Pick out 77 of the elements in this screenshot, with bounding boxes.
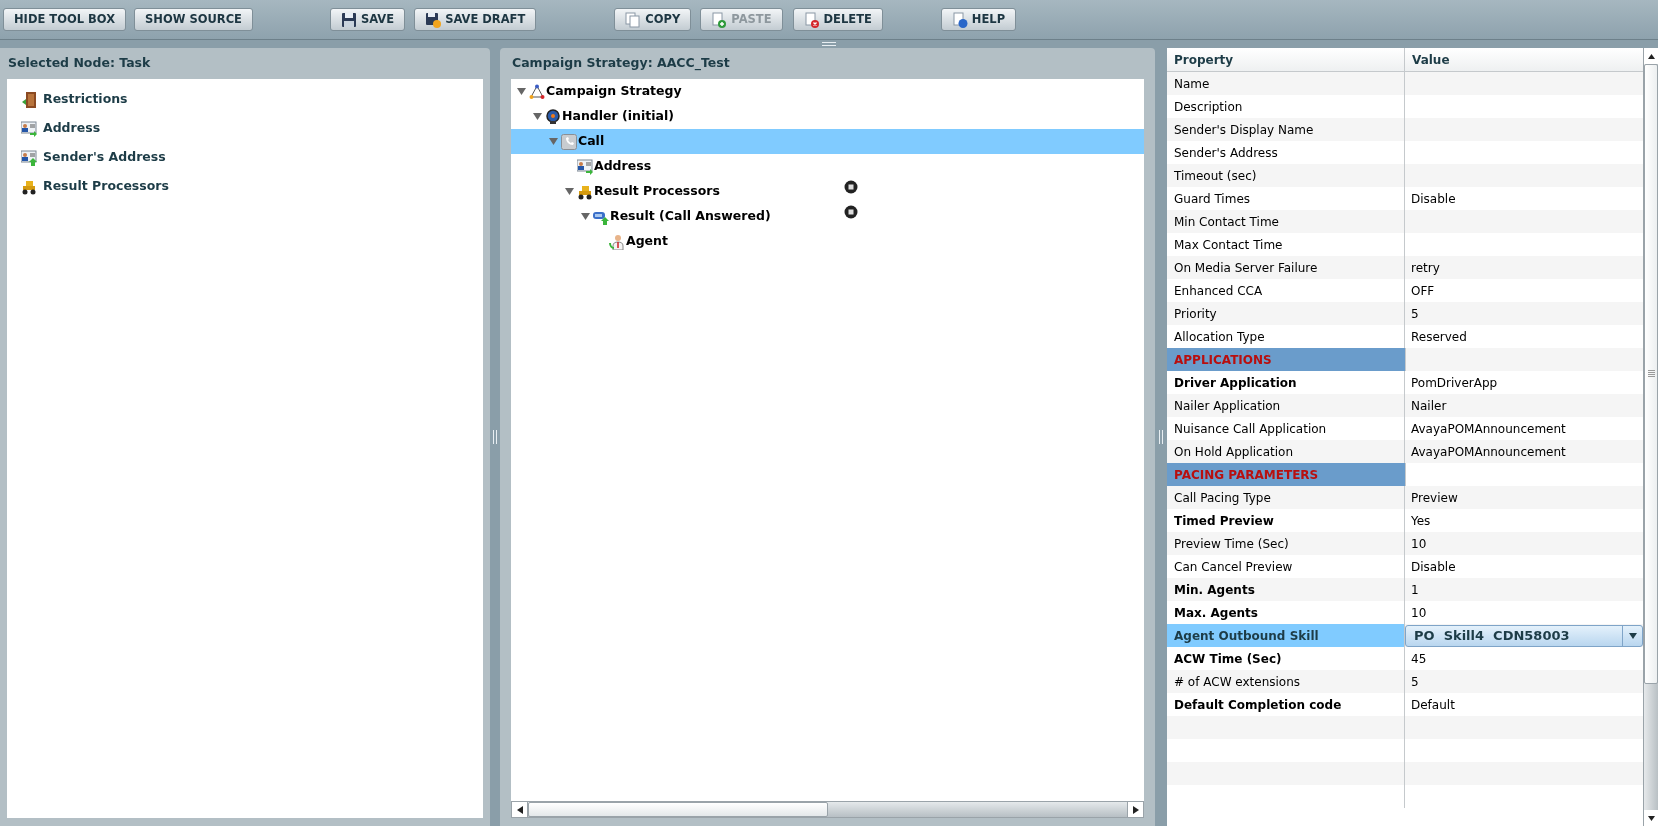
property-value: Nailer [1410, 397, 1447, 415]
splitter-grip-icon[interactable] [1159, 430, 1163, 444]
vertical-scrollbar[interactable] [1643, 48, 1658, 826]
skill-dropdown[interactable]: PO Skill4 CDN58003 [1405, 624, 1643, 647]
section-header: APPLICATIONS [1167, 348, 1405, 371]
property-value: PomDriverApp [1410, 374, 1498, 392]
grip-icon[interactable] [1647, 370, 1655, 378]
property-value: 5 [1410, 673, 1419, 691]
panel-title: Campaign Strategy: AACC_Test [511, 54, 731, 73]
toolbar-button[interactable]: DELETE [792, 8, 883, 31]
steering-wheel-icon [545, 108, 561, 125]
agent-person-icon [609, 233, 625, 250]
property-value: Disable [1410, 558, 1456, 576]
toolbox-item[interactable]: Address [7, 114, 483, 143]
tree-node[interactable]: Campaign Strategy [511, 79, 1144, 104]
property-value: AvayaPOMAnnouncement [1410, 420, 1566, 438]
property-value: Yes [1410, 512, 1431, 530]
toolbox-item[interactable]: Result Processors [7, 172, 483, 201]
arrow-down-icon[interactable] [1647, 815, 1655, 821]
splitter-grip-icon[interactable] [822, 42, 836, 46]
toolbar-button[interactable]: HIDE TOOL BOX [3, 8, 127, 31]
page-plus-icon [711, 11, 728, 28]
stop-circle-icon [844, 180, 858, 194]
page-delete-icon [803, 11, 820, 28]
caret-down-icon[interactable] [581, 212, 590, 221]
scrollbar-thumb[interactable] [528, 802, 828, 817]
horizontal-scrollbar[interactable] [511, 801, 1144, 818]
loader-vehicle-icon [21, 178, 37, 195]
tree-node[interactable]: Call [511, 129, 1144, 154]
help-icon [951, 11, 968, 28]
property-name[interactable]: Agent Outbound Skill [1167, 624, 1405, 647]
loader-vehicle-icon [577, 183, 593, 200]
tree-node[interactable]: Result (Call Answered) [511, 204, 1144, 229]
property-value: 1 [1410, 581, 1419, 599]
toolbox-item[interactable]: Restrictions [7, 85, 483, 114]
address-card-icon [577, 158, 593, 175]
scrollbar-thumb[interactable] [1644, 64, 1658, 684]
section-header: PACING PARAMETERS [1167, 463, 1405, 486]
property-value: Disable [1410, 190, 1456, 208]
column-header: Property [1167, 48, 1405, 71]
tree-node[interactable]: Handler (initial) [511, 104, 1144, 129]
door-icon [21, 91, 37, 108]
property-value: 5 [1410, 305, 1419, 323]
property-value: OFF [1410, 282, 1435, 300]
address-card-icon [21, 149, 37, 166]
toolbar-button[interactable]: HELP [940, 8, 1017, 31]
toolbar-button[interactable]: SAVE [329, 8, 406, 31]
property-value: Preview [1410, 489, 1458, 507]
toolbar-button[interactable]: COPY [614, 8, 692, 31]
panel-title: Selected Node: Task [7, 54, 152, 73]
tree-node[interactable]: Result Processors [511, 179, 1144, 204]
caret-down-icon[interactable] [1628, 632, 1637, 639]
toolbox-item[interactable]: Sender's Address [7, 143, 483, 172]
arrow-left-icon[interactable] [516, 805, 523, 814]
triangle-graph-icon [529, 83, 545, 100]
property-value: Default [1410, 696, 1455, 714]
splitter-grip-icon[interactable] [493, 430, 497, 444]
arrow-up-icon[interactable] [1647, 53, 1655, 59]
tree-node[interactable]: Address [511, 154, 1144, 179]
property-value: Reserved [1410, 328, 1467, 346]
toolbar-button[interactable]: SAVE DRAFT [414, 8, 537, 31]
arrow-right-icon[interactable] [1132, 805, 1139, 814]
caret-down-icon[interactable] [533, 112, 542, 121]
phone-icon [561, 133, 577, 150]
property-value: 10 [1410, 604, 1427, 622]
caret-down-icon[interactable] [517, 87, 526, 96]
address-card-icon [21, 120, 37, 137]
tree-node[interactable]: Agent [511, 229, 1144, 254]
stop-circle-icon [844, 205, 858, 219]
property-value: 10 [1410, 535, 1427, 553]
caret-down-icon[interactable] [565, 187, 574, 196]
property-value: retry [1410, 259, 1440, 277]
property-value: 45 [1410, 650, 1427, 668]
copy-icon [625, 11, 642, 28]
toolbar-button[interactable]: SHOW SOURCE [134, 8, 253, 31]
column-header: Value [1411, 51, 1451, 69]
property-value: AvayaPOMAnnouncement [1410, 443, 1566, 461]
